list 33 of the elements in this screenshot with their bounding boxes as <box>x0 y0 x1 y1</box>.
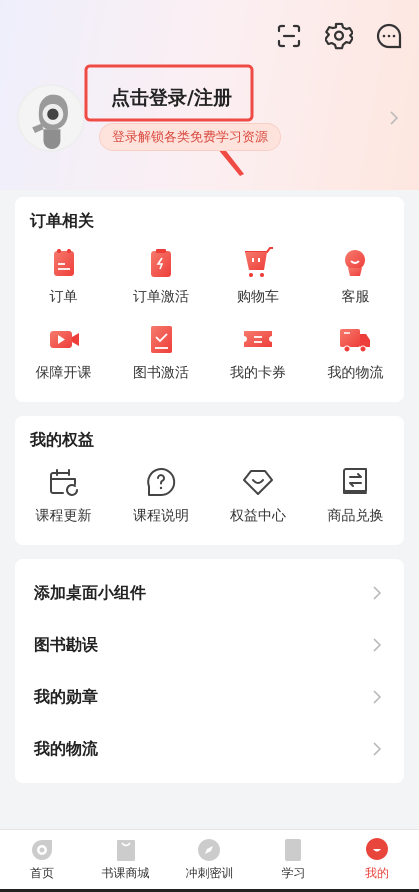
chevron-right-icon <box>372 741 382 757</box>
scan-icon[interactable] <box>275 22 303 50</box>
menu-item[interactable]: 图书勘误 <box>34 634 98 656</box>
chevron-right-icon <box>372 585 382 601</box>
chevron-right-icon <box>372 689 382 705</box>
settings-icon[interactable] <box>325 22 353 50</box>
shortcut-item[interactable]: 客服 <box>306 246 404 306</box>
shortcut-item[interactable]: 我的卡券 <box>210 322 307 382</box>
tab[interactable]: 学习 <box>251 830 336 889</box>
chat-icon[interactable] <box>375 22 403 50</box>
shortcut-item[interactable]: 课程说明 <box>112 465 210 525</box>
menu-item[interactable]: 我的物流 <box>34 738 98 760</box>
smile-face-icon <box>364 837 390 863</box>
section-title: 订单相关 <box>30 211 94 232</box>
login-hint-badge: 登录解锁各类免费学习资源 <box>99 123 281 151</box>
tab[interactable]: 首页 <box>0 830 84 889</box>
shortcut-item[interactable]: 课程更新 <box>15 465 112 525</box>
shortcut-item[interactable]: 保障开课 <box>15 322 112 382</box>
tab[interactable]: 冲刺密训 <box>168 830 252 889</box>
tab[interactable]: 我的 <box>335 830 419 889</box>
chevron-right-icon <box>372 637 382 653</box>
shortcut-item[interactable]: 权益中心 <box>210 465 307 525</box>
menu-item[interactable]: 添加桌面小组件 <box>34 582 146 604</box>
menu-item[interactable]: 我的勋章 <box>34 686 98 708</box>
compass-icon <box>196 837 222 863</box>
shortcut-item[interactable]: 购物车 <box>210 246 307 306</box>
shortcut-item[interactable]: 我的物流 <box>306 322 404 382</box>
tab[interactable]: 书课商城 <box>84 830 168 889</box>
shortcut-item[interactable]: 订单 <box>15 246 112 306</box>
shortcut-item[interactable]: 订单激活 <box>112 246 210 306</box>
section-title: 我的权益 <box>30 430 94 451</box>
shortcut-item[interactable]: 商品兑换 <box>306 465 404 525</box>
shortcut-item[interactable]: 图书激活 <box>112 322 210 382</box>
